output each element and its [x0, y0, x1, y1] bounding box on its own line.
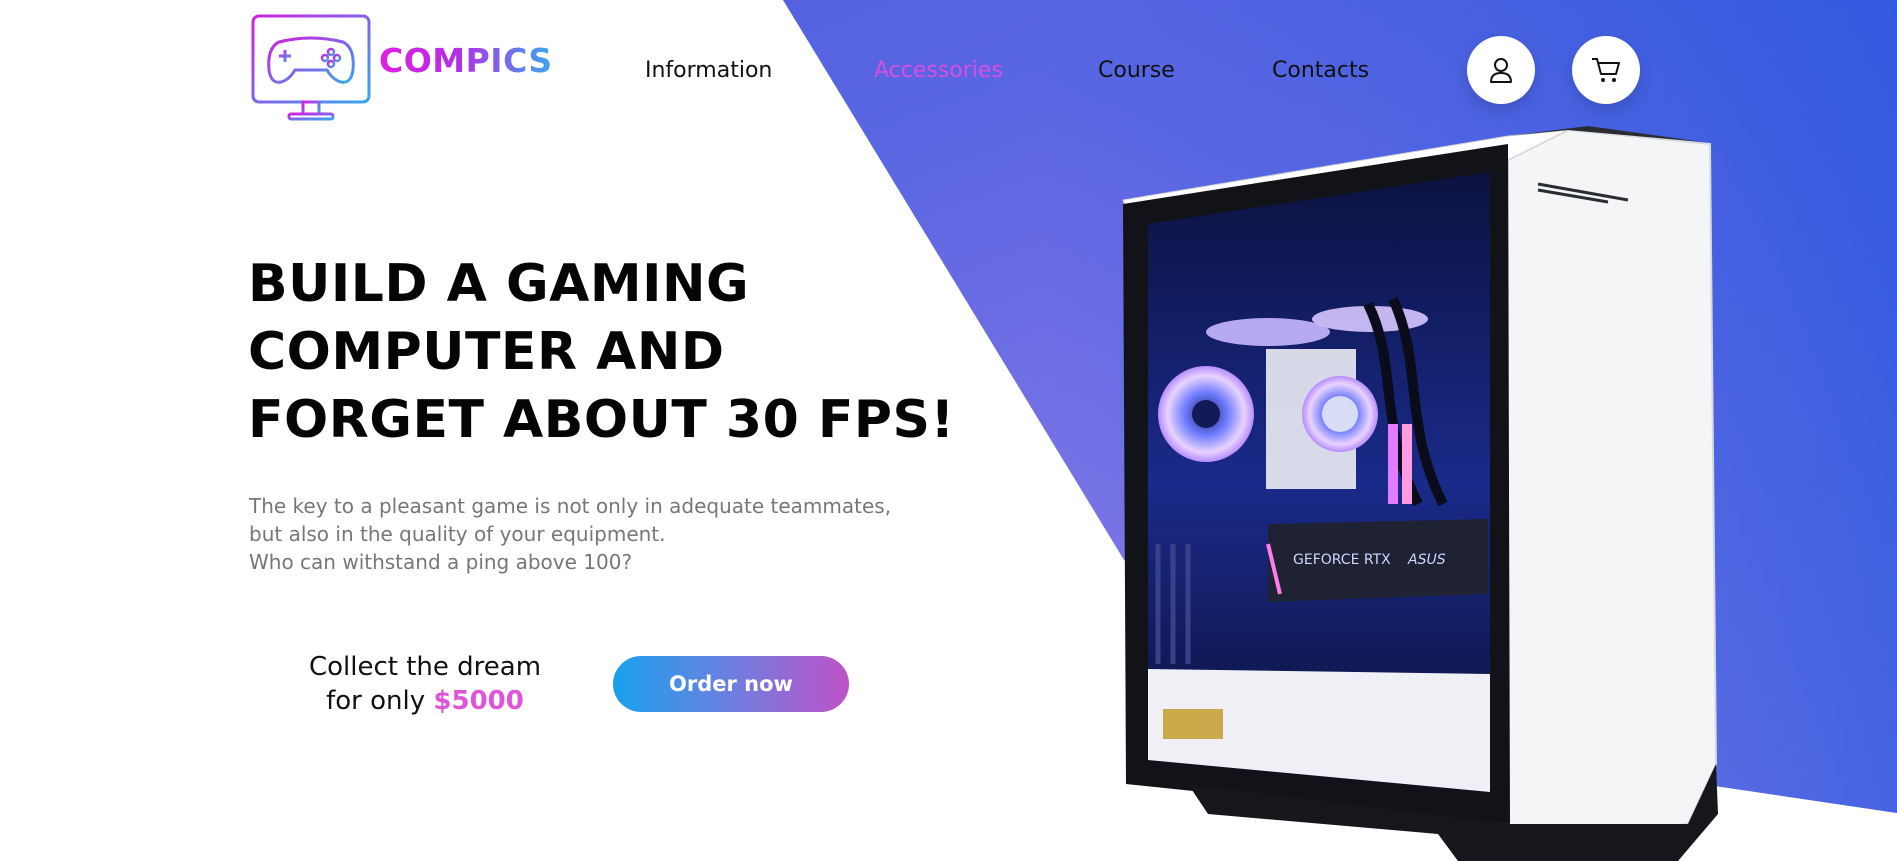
nav-item-information[interactable]: Information — [645, 58, 772, 83]
nav-item-course[interactable]: Course — [1098, 58, 1175, 83]
nav-item-accessories[interactable]: Accessories — [874, 58, 1003, 83]
nav-item-contacts[interactable]: Contacts — [1272, 58, 1369, 83]
cart-button[interactable] — [1572, 36, 1640, 104]
order-now-button[interactable]: Order now — [613, 656, 849, 712]
account-button[interactable] — [1467, 36, 1535, 104]
brand-logo[interactable]: COMPICS — [251, 14, 553, 124]
hero-headline: BUILD A GAMING COMPUTER AND FORGET ABOUT… — [248, 250, 1008, 454]
gpu-brand-label: ASUS — [1407, 552, 1446, 568]
cart-icon — [1592, 58, 1620, 82]
price-value: $5000 — [433, 686, 524, 716]
headline-line: BUILD A GAMING — [248, 254, 750, 314]
offer-line: Collect the dream — [308, 652, 542, 682]
headline-line: COMPUTER AND — [248, 322, 725, 382]
offer-text: Collect the dream for only $5000 — [285, 650, 565, 718]
user-icon — [1490, 58, 1512, 83]
lead-line: but also in the quality of your equipmen… — [249, 522, 666, 546]
gaming-pc-image: GEFORCE RTX ASUS — [1122, 126, 1718, 861]
lead-line: Who can withstand a ping above 100? — [249, 550, 633, 574]
headline-line: FORGET ABOUT 30 FPS! — [248, 390, 955, 450]
offer-line-price: for only $5000 — [285, 684, 565, 718]
offer-prefix: for only — [326, 686, 426, 716]
gpu-label: GEFORCE RTX — [1293, 552, 1391, 568]
gamepad-monitor-icon — [251, 14, 371, 121]
lead-line: The key to a pleasant game is not only i… — [249, 494, 892, 518]
hero-lead-text: The key to a pleasant game is not only i… — [249, 492, 949, 576]
brand-name: COMPICS — [379, 40, 553, 80]
